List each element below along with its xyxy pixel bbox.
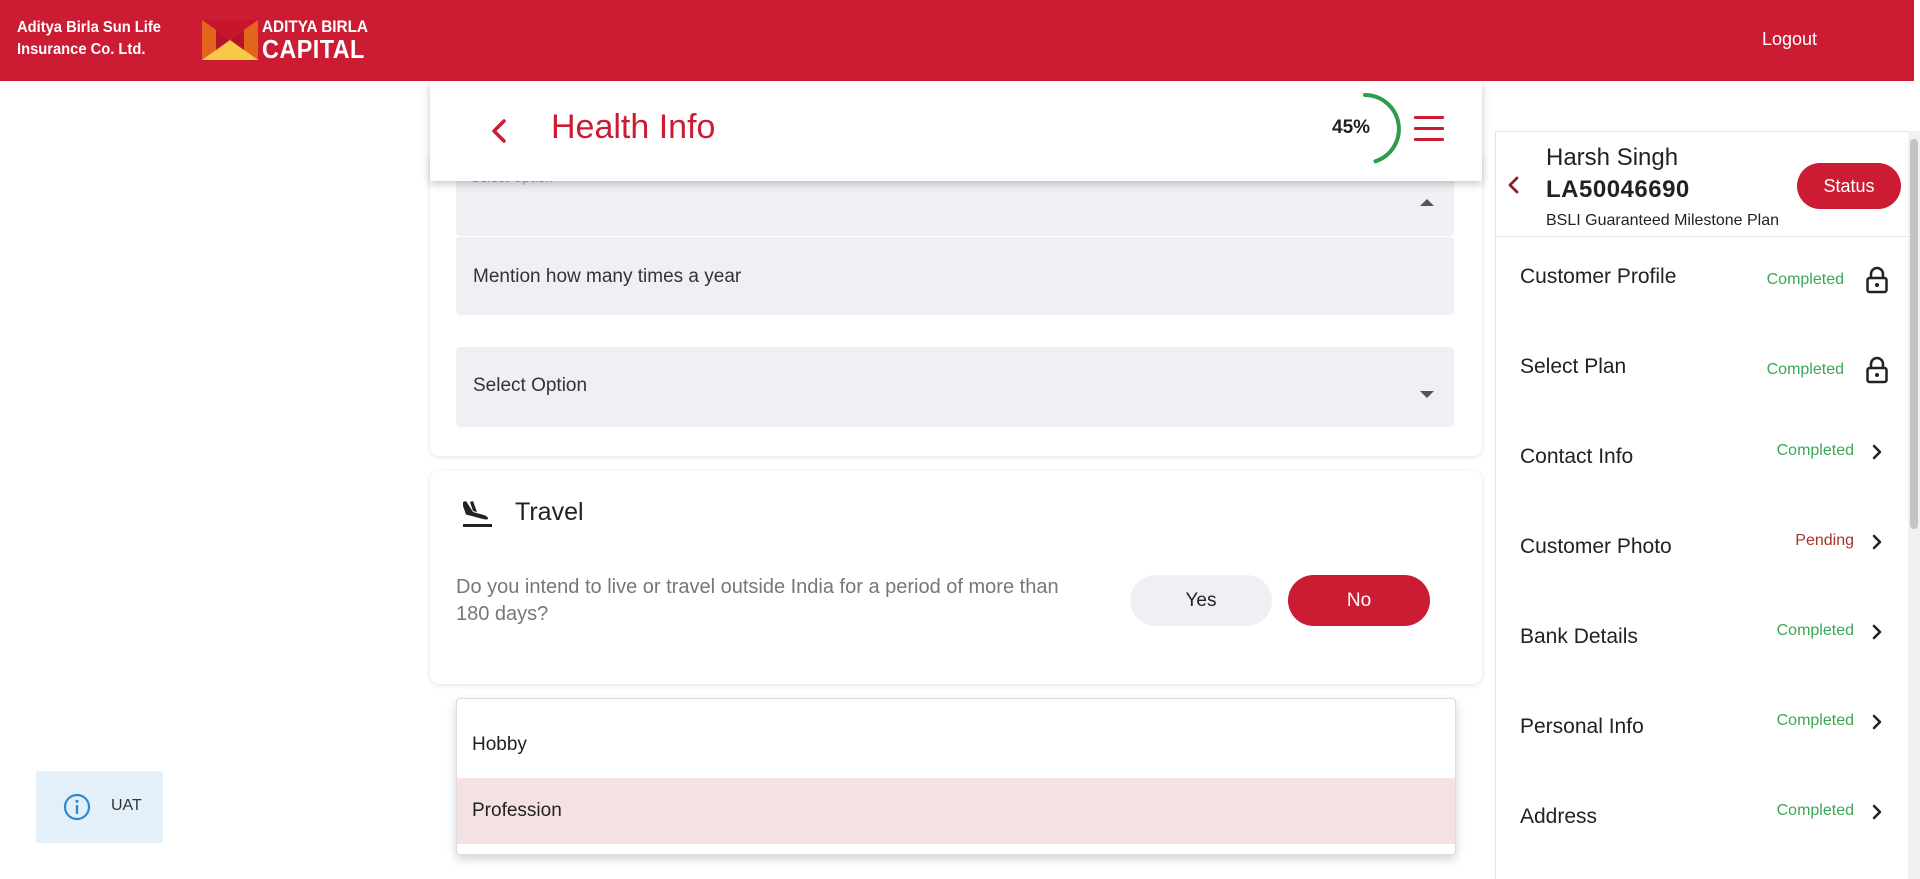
hamburger-menu-icon[interactable]	[1414, 116, 1444, 142]
select-option-placeholder: Select Option	[473, 375, 588, 396]
back-chevron-icon[interactable]	[486, 117, 514, 145]
top-bar: Aditya Birla Sun Life Insurance Co. Ltd.…	[0, 0, 1914, 81]
step-status: Completed	[1776, 622, 1854, 639]
chevron-right-icon	[1864, 438, 1890, 466]
side-panel-scrollbar[interactable]	[1908, 131, 1920, 879]
application-side-panel: Harsh Singh LA50046690 BSLI Guaranteed M…	[1495, 131, 1908, 879]
status-button[interactable]: Status	[1797, 163, 1901, 209]
step-label: Personal Info	[1520, 715, 1644, 738]
logo-wordmark: ADITYA BIRLA CAPITAL	[262, 18, 380, 62]
aditya-birla-capital-logo: ADITYA BIRLA CAPITAL	[202, 18, 380, 62]
applicant-header: Harsh Singh LA50046690 BSLI Guaranteed M…	[1496, 132, 1908, 237]
step-label: Bank Details	[1520, 625, 1638, 648]
environment-label: UAT	[111, 797, 142, 814]
step-customer-profile[interactable]: Customer Profile Completed	[1496, 238, 1908, 328]
chevron-right-icon	[1864, 618, 1890, 646]
info-icon	[63, 793, 91, 821]
caret-down-icon	[1420, 391, 1434, 398]
scrollbar-thumb[interactable]	[1910, 139, 1918, 529]
applicant-name: Harsh Singh	[1546, 144, 1679, 171]
step-label: Select Plan	[1520, 355, 1627, 378]
company-name-line2: Insurance Co. Ltd.	[17, 41, 146, 58]
caret-up-icon	[1420, 199, 1434, 206]
dropdown-option-profession[interactable]: Profession	[457, 778, 1455, 844]
step-label: Customer Profile	[1520, 265, 1677, 288]
select-option-dropdown[interactable]: Select Option	[456, 347, 1454, 427]
step-customer-photo[interactable]: Customer Photo Pending	[1496, 508, 1908, 598]
logo-mark-icon	[202, 20, 258, 60]
airplane-landing-icon	[460, 496, 494, 530]
step-bank-details[interactable]: Bank Details Completed	[1496, 598, 1908, 688]
step-label: Contact Info	[1520, 445, 1634, 468]
step-personal-info[interactable]: Personal Info Completed	[1496, 688, 1908, 778]
step-label: Address	[1520, 805, 1598, 828]
logo-line2: CAPITAL	[262, 34, 365, 64]
company-name-line1: Aditya Birla Sun Life	[17, 19, 161, 36]
environment-badge: UAT	[36, 771, 163, 843]
chevron-right-icon	[1864, 708, 1890, 736]
chevron-right-icon	[1864, 798, 1890, 826]
company-name: Aditya Birla Sun Life Insurance Co. Ltd.	[17, 17, 161, 61]
step-status: Completed	[1766, 361, 1844, 378]
times-per-year-placeholder: Mention how many times a year	[473, 266, 742, 287]
logo-line1: ADITYA BIRLA	[262, 17, 368, 36]
step-label: Customer Photo	[1520, 535, 1672, 558]
dropdown-option-hobby[interactable]: Hobby	[457, 712, 1455, 778]
chevron-right-icon	[1864, 528, 1890, 556]
step-status: Completed	[1776, 802, 1854, 819]
step-status: Completed	[1776, 442, 1854, 459]
lock-icon	[1864, 266, 1890, 294]
dropdown-menu: Hobby Profession	[456, 698, 1456, 855]
no-button[interactable]: No	[1288, 575, 1430, 626]
step-status: Completed	[1776, 712, 1854, 729]
plan-name: BSLI Guaranteed Milestone Plan	[1546, 212, 1780, 229]
travel-question: Do you intend to live or travel outside …	[456, 576, 1059, 625]
lock-icon	[1864, 356, 1890, 384]
logout-link[interactable]: Logout	[1762, 29, 1817, 50]
step-status: Pending	[1795, 532, 1854, 549]
step-status: Completed	[1766, 271, 1844, 288]
collapse-chevron-icon[interactable]	[1504, 175, 1524, 195]
step-contact-info[interactable]: Contact Info Completed	[1496, 418, 1908, 508]
progress-step-list: Customer Profile Completed Select Plan C…	[1496, 238, 1908, 868]
progress-percent: 45%	[1332, 117, 1371, 138]
step-select-plan[interactable]: Select Plan Completed	[1496, 328, 1908, 418]
yes-button[interactable]: Yes	[1130, 575, 1272, 626]
section-header: Health Info 45%	[430, 81, 1482, 181]
page-title: Health Info	[551, 108, 716, 146]
travel-section-title: Travel	[515, 498, 584, 526]
step-address[interactable]: Address Completed	[1496, 778, 1908, 868]
times-per-year-input[interactable]: Mention how many times a year	[456, 237, 1454, 315]
application-id: LA50046690	[1546, 176, 1690, 203]
